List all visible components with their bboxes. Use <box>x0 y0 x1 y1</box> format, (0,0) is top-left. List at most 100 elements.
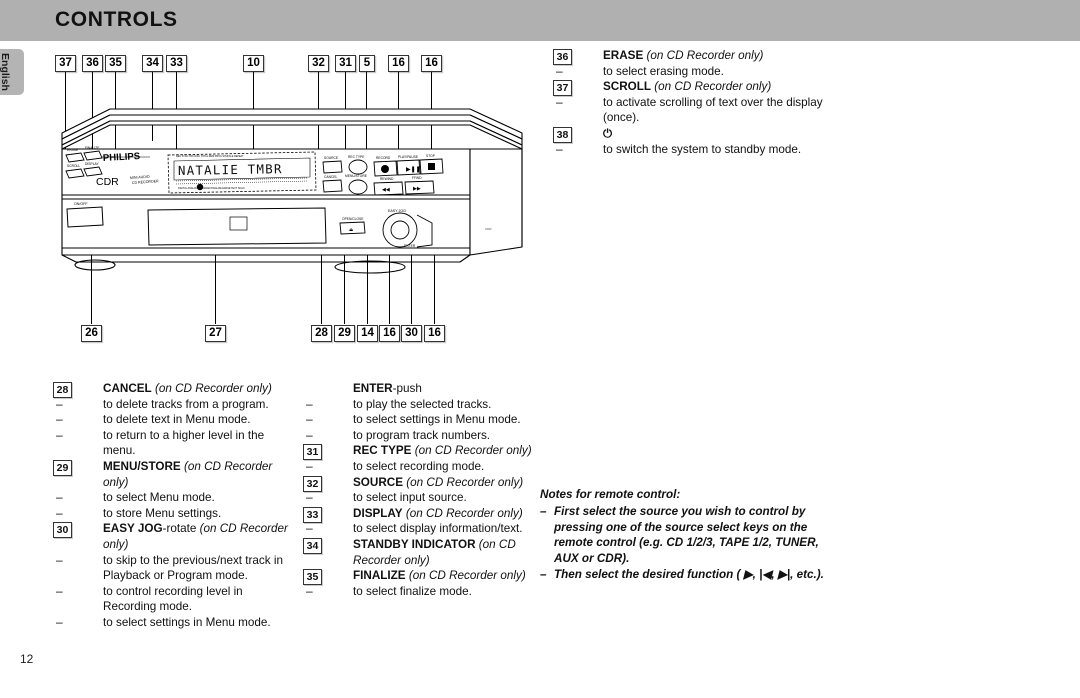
control-description-text: to select finalize mode. <box>353 584 472 598</box>
control-scope-note: (on CD Recorder only) <box>402 506 523 520</box>
callout-33: 33 <box>166 55 187 72</box>
control-scope-note: (on CD Recorder only) <box>403 475 524 489</box>
callout-16: 16 <box>424 325 445 342</box>
control-heading-text: DISPLAY (on CD Recorder only) <box>353 506 536 522</box>
callout-16: 16 <box>388 55 409 72</box>
control-description: – to delete tracks from a program. <box>46 397 296 413</box>
callout-14: 14 <box>357 325 378 342</box>
control-name: FINALIZE <box>353 569 406 583</box>
control-heading-text: EASY JOG-rotate (on CD Recorder only) <box>103 521 296 552</box>
button-finalize-label: FINALIZE <box>85 146 100 150</box>
control-description: – to select finalize mode. <box>296 584 536 600</box>
bullet-dash: – <box>56 396 63 411</box>
control-heading: 33 DISPLAY (on CD Recorder only) <box>296 506 536 523</box>
control-name: DISPLAY <box>353 506 403 520</box>
callout-37: 37 <box>55 55 76 72</box>
bullet-dash: – <box>540 567 547 581</box>
callout-32: 32 <box>308 55 329 72</box>
button-open-close-label: OPEN/CLOSE <box>342 217 364 221</box>
control-heading-text: ENTER-push <box>353 381 536 397</box>
knob-enter-label: ENTER <box>404 244 416 248</box>
control-name-suffix: -push <box>392 382 422 395</box>
control-name: STANDBY INDICATOR <box>353 537 476 551</box>
control-number-badge: 33 <box>303 506 322 523</box>
control-description-text: to switch the system to standby mode. <box>603 142 802 156</box>
control-description-text: to play the selected tracks. <box>353 397 492 411</box>
button-ffwd-label: FFWD <box>412 176 422 180</box>
control-name: SOURCE <box>353 475 404 489</box>
knob-easy-jog-label: EASY JOG <box>388 209 406 213</box>
callout-29: 29 <box>334 325 355 342</box>
control-description: – to select Menu mode. <box>46 490 296 506</box>
control-number-badge: 36 <box>553 49 572 65</box>
control-description: – to select erasing mode. <box>546 64 846 80</box>
control-description: – to activate scrolling of text over the … <box>546 95 846 126</box>
button-on-off-label: ON/OFF <box>74 202 88 206</box>
control-description-text: to select recording mode. <box>353 459 485 473</box>
bullet-dash: – <box>306 396 313 411</box>
bullet-dash: – <box>306 412 313 427</box>
control-description-text: to select input source. <box>353 491 467 505</box>
control-heading-text: ERASE (on CD Recorder only) <box>603 48 846 64</box>
language-tab-label: English <box>0 53 11 91</box>
note-item-text: Then select the desired function ( ▶, |◀… <box>554 567 824 581</box>
callout-31: 31 <box>335 55 356 72</box>
control-scope-note: (on CD Recorder only) <box>643 49 764 62</box>
cd-recorder-svg: PHILIPS CDR MINI AUDIO CD RECORDER ERASE… <box>61 108 523 274</box>
bullet-dash: – <box>56 583 63 598</box>
controls-column-right: 36 ERASE (on CD Recorder only) – to select … <box>546 48 846 157</box>
control-heading: 29 MENU/STORE (on CD Recorder only) <box>46 459 296 490</box>
model-label: CDR <box>96 176 119 188</box>
control-heading: 32 SOURCE (on CD Recorder only) <box>296 475 536 492</box>
eject-icon: ⏏ <box>349 227 354 232</box>
controls-column-middle: ENTER-push – to play the selected tracks. –… <box>296 381 536 599</box>
button-rec-type-label: REC TYPE <box>348 155 365 159</box>
bullet-dash: – <box>556 63 563 78</box>
control-heading: 34 STANDBY INDICATOR (on CD Recorder only… <box>296 537 536 568</box>
control-number-badge: 31 <box>303 444 322 461</box>
callout-36: 36 <box>82 55 103 72</box>
control-name: CANCEL <box>103 382 152 395</box>
button-record-label: RECORD <box>376 156 391 160</box>
control-name: ENTER <box>353 382 393 395</box>
controls-column-left: 28 CANCEL (on CD Recorder only) – to delete… <box>46 381 296 631</box>
callout-10: 10 <box>243 55 264 72</box>
bullet-dash: – <box>56 552 63 567</box>
remote-control-notes: Notes for remote control: – First select … <box>540 487 830 583</box>
control-name: REC TYPE <box>353 444 412 458</box>
control-description-text: to control recording level in Recording … <box>103 584 243 614</box>
note-item-text: First select the source you wish to cont… <box>554 504 819 566</box>
control-description: – to skip to the previous/next track in P… <box>46 553 296 584</box>
button-play-pause-label: PLAY/PAUSE <box>398 155 419 159</box>
rewind-icon: ◀◀ <box>382 187 390 193</box>
callout-27: 27 <box>205 325 226 342</box>
control-description-text: to select Menu mode. <box>103 491 215 505</box>
control-name: ERASE <box>603 49 644 62</box>
control-scope-note: (on CD Recorder only) <box>651 80 772 94</box>
control-heading: 35 FINALIZE (on CD Recorder only) <box>296 568 536 586</box>
button-menu-store-label: MENU/STORE <box>345 174 368 178</box>
callout-34: 34 <box>142 55 163 72</box>
button-rewind-label: REWIND <box>380 177 394 181</box>
callout-16: 16 <box>379 325 400 342</box>
bullet-dash: – <box>556 94 563 109</box>
control-number-badge: 38 <box>553 126 572 143</box>
button-scroll-label: SCROLL <box>67 164 80 168</box>
language-tab: English <box>0 49 24 95</box>
control-description: – to return to a higher level in the menu… <box>46 428 296 459</box>
note-item: – Then select the desired function ( ▶, |… <box>540 567 830 583</box>
notes-list: – First select the source you wish to con… <box>540 504 830 583</box>
display-readout: NATALIE TMBR <box>178 161 283 178</box>
control-description-text: to delete tracks from a program. <box>103 397 269 411</box>
control-heading-text: FINALIZE (on CD Recorder only) <box>353 568 536 584</box>
control-description: – to select settings in Menu mode. <box>46 615 296 631</box>
bullet-dash: – <box>540 504 547 518</box>
control-description: – to select settings in Menu mode. <box>296 412 536 428</box>
control-description-text: to store Menu settings. <box>103 506 222 520</box>
bullet-dash: – <box>306 458 313 473</box>
control-heading: 38 ⏻ <box>546 126 846 143</box>
control-description: – to play the selected tracks. <box>296 397 536 413</box>
stop-icon <box>428 163 435 170</box>
control-number-badge: 28 <box>53 382 72 398</box>
button-cancel-label: CANCEL <box>324 175 338 179</box>
